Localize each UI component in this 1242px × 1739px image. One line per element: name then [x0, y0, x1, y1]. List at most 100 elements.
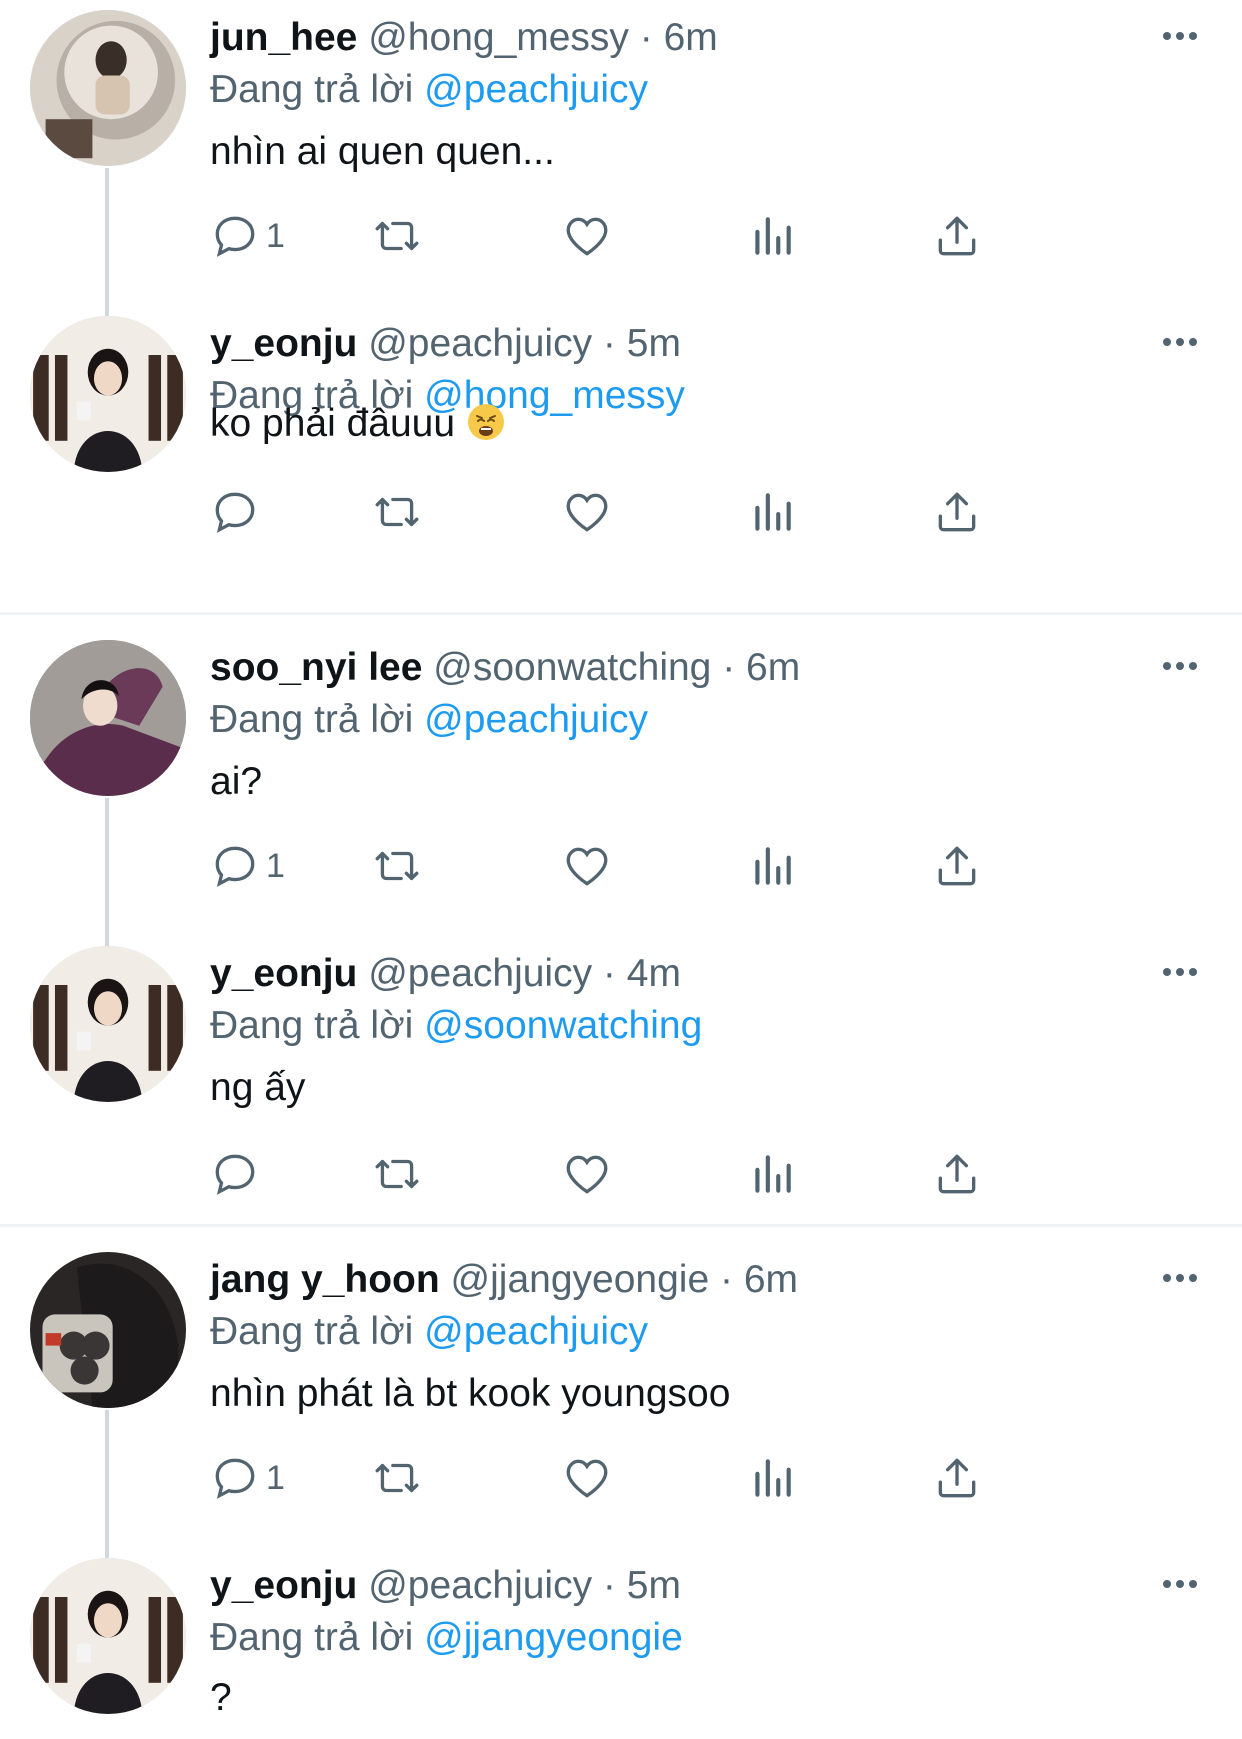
- reply-to-link[interactable]: @peachjuicy: [424, 68, 648, 111]
- reply-icon: [215, 846, 255, 887]
- avatar[interactable]: [30, 640, 186, 796]
- reply-to-link[interactable]: @peachjuicy: [424, 698, 648, 741]
- analytics-icon: [755, 217, 791, 255]
- reply-prefix: Đang trả lời: [210, 698, 414, 741]
- like-button[interactable]: [562, 836, 612, 896]
- reply-to-link[interactable]: @peachjuicy: [424, 1310, 648, 1353]
- more-icon[interactable]: [1155, 1564, 1205, 1604]
- user-handle[interactable]: @hong_messy: [368, 16, 629, 59]
- reply-prefix: Đang trả lời: [210, 1004, 414, 1047]
- analytics-button[interactable]: [747, 836, 797, 896]
- analytics-icon: [755, 1155, 791, 1193]
- avatar[interactable]: [30, 10, 186, 166]
- tweet[interactable]: y_eonju @peachjuicy · 5m Đang trả lời @h…: [0, 306, 1242, 612]
- reply-prefix: Đang trả lời: [210, 68, 414, 111]
- share-button[interactable]: [932, 1448, 982, 1508]
- timestamp[interactable]: 4m: [627, 952, 681, 995]
- reply-prefix: Đang trả lời: [210, 1616, 414, 1659]
- display-name[interactable]: jang y_hoon: [210, 1258, 440, 1301]
- user-handle[interactable]: @soonwatching: [433, 646, 711, 689]
- timestamp[interactable]: 6m: [744, 1258, 798, 1301]
- tweet[interactable]: y_eonju @peachjuicy · 4m Đang trả lời @s…: [0, 936, 1242, 1224]
- avatar[interactable]: [30, 316, 186, 472]
- timestamp[interactable]: 6m: [664, 16, 718, 59]
- tweet-text: ?: [210, 1676, 232, 1719]
- action-bar: 1: [210, 1448, 1110, 1508]
- reply-button[interactable]: 1: [210, 206, 285, 266]
- like-button[interactable]: [562, 1448, 612, 1508]
- retweet-icon: [375, 1159, 419, 1189]
- retweet-button[interactable]: [372, 1144, 422, 1204]
- like-icon: [566, 493, 608, 532]
- reply-count: 1: [266, 1458, 285, 1497]
- avatar[interactable]: [30, 1252, 186, 1408]
- timestamp[interactable]: 5m: [627, 1564, 681, 1607]
- avatar[interactable]: [30, 1558, 186, 1714]
- tweet-header: soo_nyi lee @soonwatching · 6m: [210, 646, 801, 689]
- share-button[interactable]: [932, 482, 982, 542]
- share-button[interactable]: [932, 206, 982, 266]
- retweet-button[interactable]: [372, 1448, 422, 1508]
- reply-button[interactable]: 1: [210, 1448, 285, 1508]
- tweet[interactable]: soo_nyi lee @soonwatching · 6m Đang trả …: [0, 630, 1242, 936]
- tweet-text: nhìn ai quen quen...: [210, 130, 555, 173]
- tweet[interactable]: jun_hee @hong_messy · 6m Đang trả lời @p…: [0, 0, 1242, 306]
- action-bar: 1: [210, 206, 1110, 266]
- tweet-text: ng ấy: [210, 1066, 306, 1109]
- like-button[interactable]: [562, 1144, 612, 1204]
- reply-button[interactable]: 1: [210, 836, 285, 896]
- share-button[interactable]: [932, 1144, 982, 1204]
- share-icon: [938, 846, 976, 886]
- analytics-icon: [755, 847, 791, 885]
- share-icon: [938, 1154, 976, 1194]
- retweet-button[interactable]: [372, 836, 422, 896]
- share-button[interactable]: [932, 836, 982, 896]
- share-icon: [938, 216, 976, 256]
- analytics-button[interactable]: [747, 206, 797, 266]
- retweet-button[interactable]: [372, 482, 422, 542]
- display-name[interactable]: soo_nyi lee: [210, 646, 422, 689]
- retweet-button[interactable]: [372, 206, 422, 266]
- tweet[interactable]: jang y_hoon @jjangyeongie · 6m Đang trả …: [0, 1242, 1242, 1548]
- tweet-text-content: ko phải đâuuu: [210, 402, 456, 445]
- user-handle[interactable]: @peachjuicy: [368, 1564, 592, 1607]
- avatar[interactable]: [30, 946, 186, 1102]
- user-handle[interactable]: @jjangyeongie: [451, 1258, 710, 1301]
- tweet-text: ko phải đâuuu: [210, 398, 506, 450]
- tweet[interactable]: y_eonju @peachjuicy · 5m Đang trả lời @j…: [0, 1548, 1242, 1739]
- analytics-button[interactable]: [747, 482, 797, 542]
- analytics-button[interactable]: [747, 1448, 797, 1508]
- analytics-button[interactable]: [747, 1144, 797, 1204]
- timestamp[interactable]: 5m: [627, 322, 681, 365]
- display-name[interactable]: y_eonju: [210, 322, 357, 365]
- more-icon[interactable]: [1155, 952, 1205, 992]
- replying-to: Đang trả lời @peachjuicy: [210, 64, 648, 116]
- user-handle[interactable]: @peachjuicy: [368, 952, 592, 995]
- more-icon[interactable]: [1155, 16, 1205, 56]
- like-button[interactable]: [562, 482, 612, 542]
- like-icon: [566, 847, 608, 886]
- display-name[interactable]: jun_hee: [210, 16, 357, 59]
- tweet-header: y_eonju @peachjuicy · 5m: [210, 1564, 681, 1607]
- display-name[interactable]: y_eonju: [210, 1564, 357, 1607]
- retweet-icon: [375, 497, 419, 527]
- action-bar: [210, 482, 1110, 542]
- reply-count: 1: [266, 846, 285, 885]
- action-bar: 1: [210, 836, 1110, 896]
- more-icon[interactable]: [1155, 1258, 1205, 1298]
- display-name[interactable]: y_eonju: [210, 952, 357, 995]
- replying-to: Đang trả lời @jjangyeongie: [210, 1612, 683, 1664]
- retweet-icon: [375, 851, 419, 881]
- like-icon: [566, 217, 608, 256]
- more-icon[interactable]: [1155, 322, 1205, 362]
- reply-prefix: Đang trả lời: [210, 1310, 414, 1353]
- reply-to-link[interactable]: @jjangyeongie: [424, 1616, 683, 1659]
- reply-to-link[interactable]: @soonwatching: [424, 1004, 702, 1047]
- user-handle[interactable]: @peachjuicy: [368, 322, 592, 365]
- reply-button[interactable]: [210, 482, 266, 542]
- timestamp[interactable]: 6m: [746, 646, 800, 689]
- retweet-icon: [375, 221, 419, 251]
- reply-button[interactable]: [210, 1144, 266, 1204]
- more-icon[interactable]: [1155, 646, 1205, 686]
- like-button[interactable]: [562, 206, 612, 266]
